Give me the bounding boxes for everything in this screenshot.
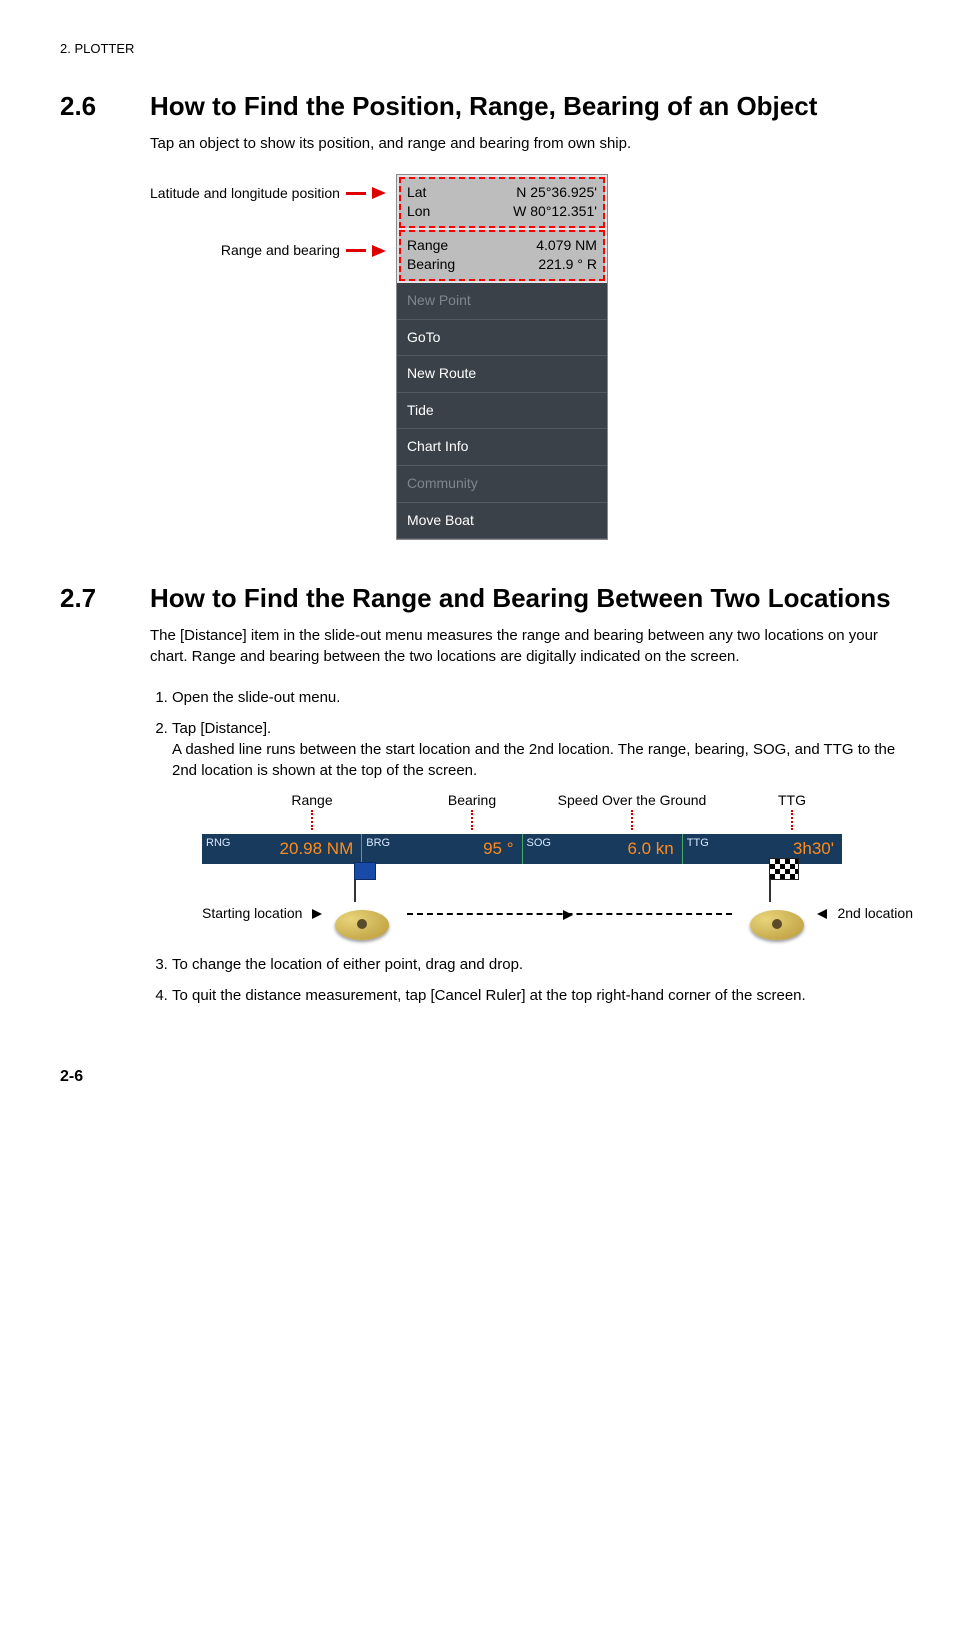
figure-position-popup: Latitude and longitude position Range an… [150,174,913,541]
dashed-line-icon [407,913,732,915]
step-2-line2: A dashed line runs between the start loc… [172,741,895,779]
bar-sog-value: 6.0 kn [627,837,673,861]
popup-lon-label: Lon [407,202,430,222]
section-2-7-steps: Open the slide-out menu. Tap [Distance].… [150,687,913,1007]
step-4: To quit the distance measurement, tap [C… [172,985,913,1006]
step-2: Tap [Distance]. A dashed line runs betwe… [172,718,913,945]
dotted-line-icon [311,810,313,830]
second-location-label: 2nd location [837,904,913,924]
starting-location-label: Starting location [202,904,302,924]
arrow-icon [312,909,322,919]
bar-rng-value: 20.98 NM [280,837,354,861]
bar-ttg-label: TTG [687,836,709,851]
distance-data-bar: RNG 20.98 NM BRG 95 ° SOG 6.0 kn TTG 3h3… [202,834,842,864]
figure-distance-bar: Range Bearing Speed Over the Ground TTG [202,791,913,945]
label-bearing: Bearing [448,792,496,808]
popup-item-goto[interactable]: GoTo [397,320,607,357]
popup-range-bearing-box: Range 4.079 NM Bearing 221.9 ° R [399,230,605,281]
popup-bearing-label: Bearing [407,255,455,275]
start-flag-icon [332,884,392,944]
label-ttg: TTG [778,792,806,808]
step-1: Open the slide-out menu. [172,687,913,708]
bar-brg-label: BRG [366,836,390,851]
popup-item-new-point[interactable]: New Point [397,283,607,320]
popup-lat-value: N 25°36.925' [516,183,597,203]
section-title: How to Find the Range and Bearing Betwee… [150,580,891,616]
popup-menu: New Point GoTo New Route Tide Chart Info… [397,283,607,539]
step-3: To change the location of either point, … [172,954,913,975]
arrow-icon [372,245,386,257]
step-2-line1: Tap [Distance]. [172,720,271,737]
page-header: 2. PLOTTER [60,40,913,58]
section-number: 2.6 [60,88,150,124]
popup-range-value: 4.079 NM [536,236,597,256]
popup-bearing-value: 221.9 ° R [538,255,597,275]
popup-lon-value: W 80°12.351' [513,202,597,222]
label-range: Range [291,792,332,808]
arrow-shaft [346,249,366,252]
callout-range-bearing-label: Range and bearing [221,241,340,261]
section-2-6-heading: 2.6 How to Find the Position, Range, Bea… [60,88,913,124]
end-flag-icon [747,884,807,944]
page-number: 2-6 [60,1066,913,1088]
context-popup: Lat N 25°36.925' Lon W 80°12.351' Range … [396,174,608,541]
figure-start-end-flags: Starting location 2nd location [202,884,913,944]
popup-lat-label: Lat [407,183,426,203]
arrow-icon [817,909,827,919]
bar-rng-label: RNG [206,836,230,851]
dotted-line-icon [631,810,633,830]
label-sog: Speed Over the Ground [558,792,707,808]
section-number: 2.7 [60,580,150,616]
section-2-7-heading: 2.7 How to Find the Range and Bearing Be… [60,580,913,616]
section-2-6-intro: Tap an object to show its position, and … [150,133,913,154]
dotted-line-icon [471,810,473,830]
bar-brg-value: 95 ° [483,837,513,861]
bar-sog-label: SOG [527,836,551,851]
section-2-7-intro: The [Distance] item in the slide-out men… [150,625,913,667]
dotted-line-icon [791,810,793,830]
section-title: How to Find the Position, Range, Bearing… [150,88,817,124]
popup-latlon-box: Lat N 25°36.925' Lon W 80°12.351' [399,177,605,228]
popup-item-community[interactable]: Community [397,466,607,503]
popup-range-label: Range [407,236,448,256]
popup-item-tide[interactable]: Tide [397,393,607,430]
arrow-shaft [346,192,366,195]
arrow-icon [372,187,386,199]
popup-item-new-route[interactable]: New Route [397,356,607,393]
popup-item-move-boat[interactable]: Move Boat [397,503,607,540]
callout-latlon-label: Latitude and longitude position [150,184,340,204]
popup-item-chart-info[interactable]: Chart Info [397,429,607,466]
